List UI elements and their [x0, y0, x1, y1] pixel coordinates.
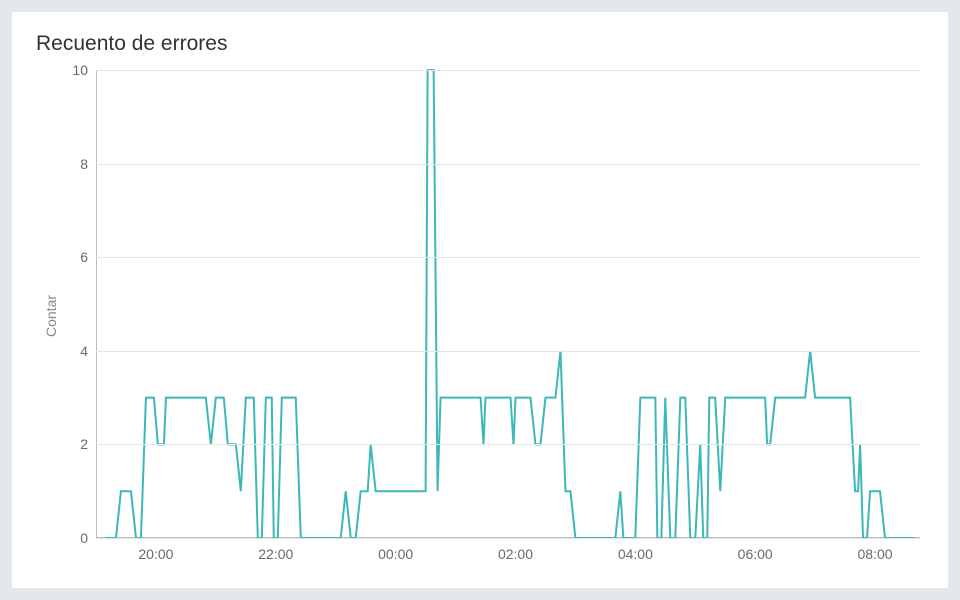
chart-card: Recuento de errores Contar 024681020:002… — [12, 12, 948, 588]
y-axis-label: Contar — [43, 295, 59, 337]
plot-region[interactable]: 024681020:0022:0000:0002:0004:0006:0008:… — [96, 70, 920, 538]
x-tick-label: 22:00 — [258, 546, 293, 562]
y-tick-label: 2 — [80, 436, 88, 452]
data-line — [96, 70, 920, 538]
x-tick-label: 02:00 — [498, 546, 533, 562]
y-tick-label: 6 — [80, 249, 88, 265]
chart-area: Contar 024681020:0022:0000:0002:0004:000… — [36, 64, 924, 568]
grid-line — [96, 351, 920, 352]
x-tick-label: 08:00 — [858, 546, 893, 562]
grid-line — [96, 164, 920, 165]
x-tick-label: 04:00 — [618, 546, 653, 562]
x-tick-label: 06:00 — [738, 546, 773, 562]
grid-line — [96, 538, 920, 539]
x-tick-label: 00:00 — [378, 546, 413, 562]
x-tick-label: 20:00 — [138, 546, 173, 562]
grid-line — [96, 70, 920, 71]
grid-line — [96, 257, 920, 258]
y-tick-label: 10 — [72, 62, 88, 78]
y-tick-label: 0 — [80, 530, 88, 546]
chart-title: Recuento de errores — [36, 32, 924, 56]
y-tick-label: 8 — [80, 156, 88, 172]
grid-line — [96, 444, 920, 445]
y-tick-label: 4 — [80, 343, 88, 359]
